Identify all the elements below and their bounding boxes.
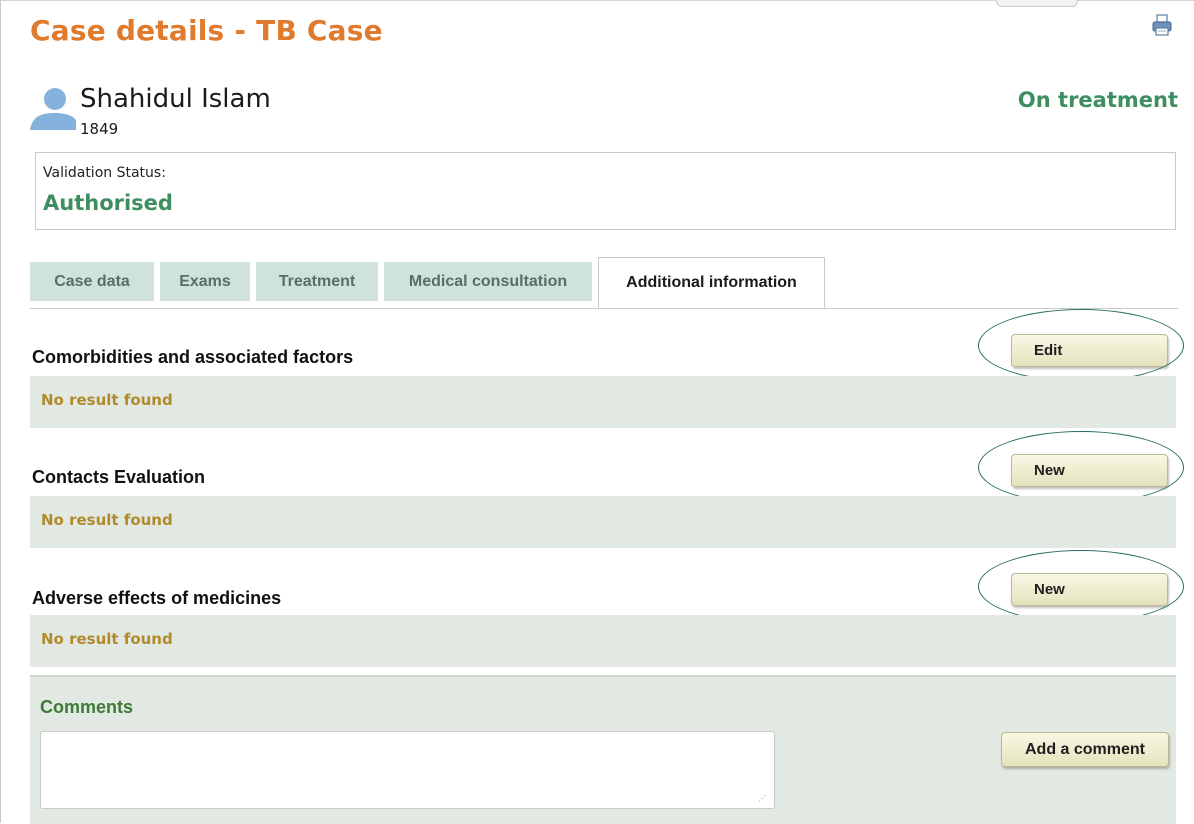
- validation-status-label: Validation Status:: [43, 165, 166, 181]
- section-title-comorbidities: Comorbidities and associated factors: [32, 347, 354, 367]
- empty-result-text: No result found: [41, 630, 173, 648]
- contacts-result-row: No result found: [30, 496, 1176, 548]
- section-title-contacts-evaluation: Contacts Evaluation: [32, 467, 206, 487]
- empty-result-text: No result found: [41, 511, 173, 529]
- printer-icon[interactable]: [1151, 14, 1173, 36]
- empty-result-text: No result found: [41, 391, 173, 409]
- comments-title: Comments: [40, 697, 134, 717]
- patient-name: Shahidul Islam: [80, 84, 271, 114]
- comorbidities-result-row: No result found: [30, 376, 1176, 428]
- top-tab-stub: [996, 0, 1078, 7]
- add-comment-button[interactable]: Add a comment: [1001, 732, 1169, 767]
- validation-status-value: Authorised: [43, 191, 173, 215]
- case-state: On treatment: [1017, 88, 1178, 112]
- validation-status-box: Validation Status: Authorised: [35, 152, 1176, 230]
- adverse-effects-result-row: No result found: [30, 615, 1176, 667]
- page-title: Case details - TB Case: [30, 14, 383, 47]
- new-adverse-effect-button[interactable]: New: [1011, 573, 1168, 606]
- tab-bar: Case data Exams Treatment Medical consul…: [30, 257, 1178, 309]
- tab-additional-information[interactable]: Additional information: [598, 257, 825, 308]
- comments-panel: Comments ⋰ Add a comment: [30, 675, 1176, 824]
- tab-medical-consultation[interactable]: Medical consultation: [384, 262, 592, 301]
- tab-exams[interactable]: Exams: [160, 262, 250, 301]
- patient-id: 1849: [80, 120, 119, 138]
- edit-comorbidities-button[interactable]: Edit: [1011, 334, 1168, 367]
- user-icon: [30, 86, 76, 130]
- tab-case-data[interactable]: Case data: [30, 262, 154, 301]
- new-contact-evaluation-button[interactable]: New: [1011, 454, 1168, 487]
- comment-textarea[interactable]: [40, 731, 775, 809]
- tab-treatment[interactable]: Treatment: [256, 262, 378, 301]
- resize-grip-icon[interactable]: ⋰: [758, 794, 766, 803]
- section-title-adverse-effects: Adverse effects of medicines: [32, 588, 282, 608]
